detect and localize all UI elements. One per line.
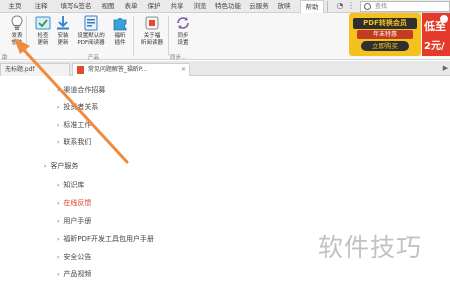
annotation-arrow — [14, 38, 129, 164]
